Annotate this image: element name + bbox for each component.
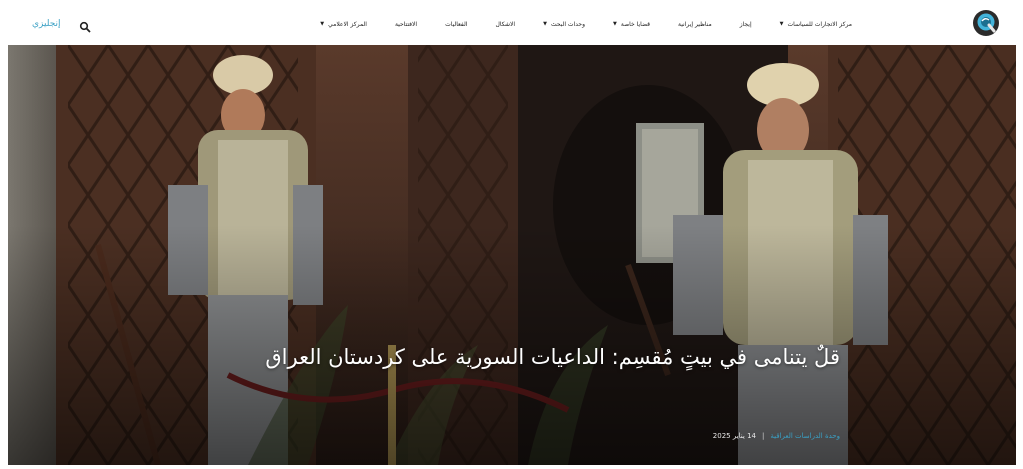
article-author-link[interactable]: وحدة الدراسات العراقية	[770, 432, 840, 440]
nav-item-media-center[interactable]: المركز الاعلامي ▼	[306, 21, 381, 28]
nav-item-label: مركز الاتجارات للسياسات	[787, 20, 853, 28]
chevron-down-icon: ▼	[613, 21, 617, 27]
nav-item-research-units[interactable]: وحدات البحث ▼	[529, 21, 599, 28]
nav-item-iranian-perspectives[interactable]: مناظير إيرانية	[664, 21, 726, 28]
meta-separator: |	[762, 432, 765, 440]
article-date: 14 يناير 2025	[712, 432, 756, 440]
article-meta: وحدة الدراسات العراقية | 14 يناير 2025	[713, 432, 840, 440]
nav-item-label: وحدات البحث	[550, 20, 586, 28]
nav-item-label: إيجاز	[739, 20, 752, 28]
nav-item-briefs[interactable]: إيجاز	[726, 21, 766, 28]
chevron-down-icon: ▼	[320, 21, 325, 27]
chevron-down-icon: ▼	[779, 21, 784, 27]
nav-item-events[interactable]: الفعاليات	[431, 21, 481, 28]
nav-item-policy-center[interactable]: مركز الاتجارات للسياسات ▼	[766, 21, 866, 28]
nav-item-label: الاشكال	[495, 20, 516, 28]
chevron-down-icon: ▼	[543, 21, 547, 27]
nav-item-forms[interactable]: الاشكال	[481, 21, 529, 28]
nav-item-editorial[interactable]: الافتتاحية	[381, 21, 431, 28]
article-headline[interactable]: قلٌ يتنامى في بيتٍ مُقسِم: الداعيات السو…	[200, 339, 840, 376]
nav-item-special-issues[interactable]: قضايا خاصة ▼	[599, 21, 664, 28]
language-switch-link[interactable]: إنجليزي	[32, 19, 61, 29]
site-logo-icon[interactable]	[972, 9, 1000, 37]
nav-item-label: مناظير إيرانية	[678, 20, 712, 28]
nav-item-label: قضايا خاصة	[620, 20, 651, 28]
hero-banner[interactable]: قلٌ يتنامى في بيتٍ مُقسِم: الداعيات السو…	[8, 45, 1016, 465]
page: إنجليزي مركز الاتجارات للسياسات ▼ إيجاز …	[0, 0, 1023, 469]
main-nav-menu: مركز الاتجارات للسياسات ▼ إيجاز مناظير إ…	[306, 3, 866, 45]
hero-photo	[8, 45, 1016, 465]
nav-item-label: الفعاليات	[445, 20, 468, 28]
nav-item-label: الافتتاحية	[394, 20, 418, 28]
top-navbar: إنجليزي مركز الاتجارات للسياسات ▼ إيجاز …	[8, 3, 1016, 45]
search-icon[interactable]	[79, 18, 91, 33]
nav-left: إنجليزي	[8, 18, 152, 33]
nav-item-label: المركز الاعلامي	[328, 20, 367, 28]
